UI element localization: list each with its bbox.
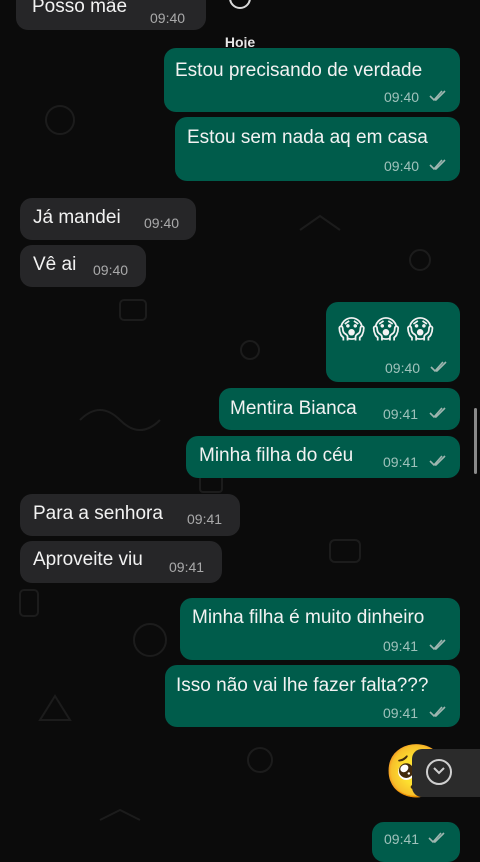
message-bubble-incoming[interactable]: Para a senhora 09:41 [20, 494, 240, 536]
message-text: Aproveite viu [33, 549, 143, 570]
message-time: 09:40 [144, 215, 180, 231]
message-bubble-incoming[interactable]: Aproveite viu 09:41 [20, 541, 222, 583]
message-time: 09:40 [93, 262, 129, 278]
double-check-icon [429, 455, 446, 467]
message-bubble-incoming[interactable]: Posso mãe 09:40 [16, 0, 206, 30]
message-bubble-outgoing[interactable]: 😱 😱 😱 09:40 [326, 302, 460, 382]
message-text: Minha filha do céu [199, 445, 354, 466]
message-bubble-outgoing[interactable]: Isso não vai lhe fazer falta??? 09:41 [165, 665, 460, 727]
message-bubble-outgoing[interactable]: Minha filha é muito dinheiro 09:41 [180, 598, 460, 660]
message-time: 09:40 [384, 89, 420, 105]
scrollbar[interactable] [474, 408, 477, 474]
message-bubble-outgoing[interactable]: Mentira Bianca 09:41 [219, 388, 460, 430]
message-time: 09:40 [150, 10, 186, 26]
message-text: Estou sem nada aq em casa [187, 127, 428, 148]
message-time: 09:41 [384, 831, 420, 847]
double-check-icon [429, 90, 446, 102]
profile-ring-icon [229, 0, 251, 9]
message-bubble-outgoing[interactable]: Estou sem nada aq em casa 09:40 [175, 117, 460, 181]
message-time: 09:41 [383, 454, 419, 470]
message-time: 09:41 [383, 406, 419, 422]
message-text: 😱 😱 😱 [338, 314, 434, 344]
message-bubble-incoming[interactable]: Vê ai 09:40 [20, 245, 146, 287]
double-check-icon [429, 159, 446, 171]
message-time: 09:40 [385, 360, 421, 376]
double-check-icon [429, 639, 446, 651]
message-text: Posso mãe [32, 0, 128, 17]
message-text: Estou precisando de verdade [175, 60, 423, 81]
message-bubble-outgoing[interactable]: Minha filha do céu 09:41 [186, 436, 460, 478]
message-time: 09:41 [383, 638, 419, 654]
message-time: 09:40 [384, 158, 420, 174]
message-bubble-incoming[interactable]: Já mandei 09:40 [20, 198, 196, 240]
scroll-to-bottom-button[interactable] [412, 749, 480, 797]
chevron-down-icon [426, 759, 452, 785]
message-text: Para a senhora [33, 503, 163, 524]
message-bubble-outgoing[interactable]: Estou precisando de verdade 09:40 [164, 48, 460, 112]
message-text: Isso não vai lhe fazer falta??? [176, 675, 429, 696]
message-text: Já mandei [33, 207, 121, 228]
message-time: 09:41 [383, 705, 419, 721]
double-check-icon [429, 706, 446, 718]
message-bubble-outgoing[interactable]: 09:41 [372, 822, 460, 862]
message-text: Vê ai [33, 254, 77, 275]
double-check-icon [430, 361, 447, 373]
message-text: Mentira Bianca [230, 398, 357, 419]
double-check-icon [429, 407, 446, 419]
message-text: Minha filha é muito dinheiro [192, 607, 425, 628]
message-time: 09:41 [169, 559, 205, 575]
double-check-icon [428, 832, 445, 844]
message-time: 09:41 [187, 511, 223, 527]
